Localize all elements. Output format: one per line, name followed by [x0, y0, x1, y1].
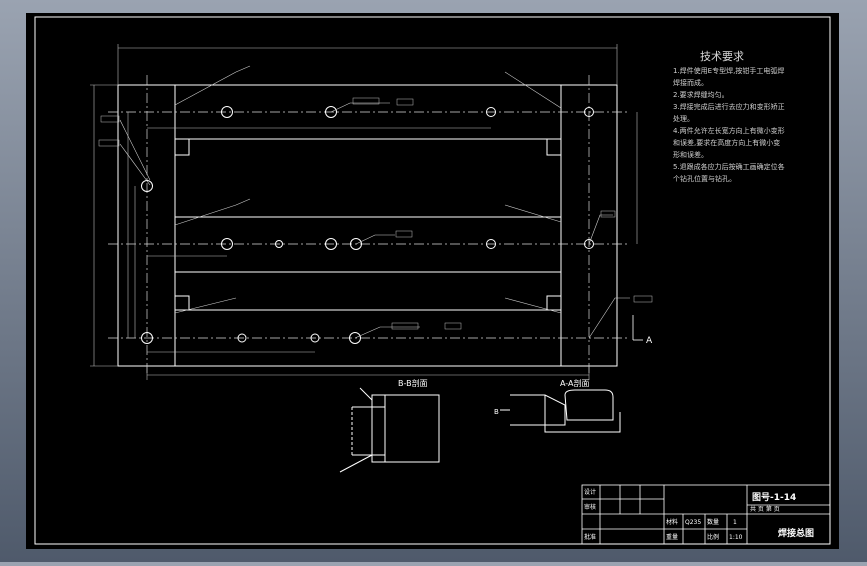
tech-line: 2.要求焊缝均匀。	[673, 90, 729, 99]
tb-scale-label: 比例	[707, 533, 719, 541]
tech-line: 个钻孔位置与钻孔。	[673, 174, 736, 183]
tech-line: 4.两件允许左长宽方向上有微小变形	[673, 126, 785, 135]
tb-drawing-number: 图号-1-14	[752, 492, 796, 503]
tech-title: 技术要求	[700, 50, 744, 63]
tb-check: 审核	[584, 503, 596, 511]
tech-line: 焊接而成。	[673, 78, 708, 87]
tech-line: 形和误差。	[673, 150, 708, 159]
section-bb-title: B-B剖面	[398, 378, 428, 388]
cad-viewport[interactable]: A 技术要求 1.焊件使用E专型焊,按钳手工电弧焊 焊接而成。 2.要求焊缝均匀…	[0, 0, 867, 562]
tb-sheet-count: 共 页 第 页	[750, 505, 780, 513]
drawing-canvas: A 技术要求 1.焊件使用E专型焊,按钳手工电弧焊 焊接而成。 2.要求焊缝均匀…	[26, 13, 839, 549]
tb-scale-value: 1:10	[729, 534, 743, 541]
section-aa-title: A-A剖面	[560, 378, 589, 388]
tb-design: 设计	[584, 488, 596, 496]
tb-material-label: 材料	[666, 518, 678, 526]
tech-line: 和误差,要求在高度方向上有微小变	[673, 138, 780, 147]
section-marker-a-label: A	[646, 336, 653, 346]
tb-weight-label: 重量	[666, 533, 678, 541]
tech-line: 处理。	[673, 114, 694, 123]
tb-approve: 批准	[584, 533, 596, 541]
tech-line: 5.退跟成各应力后按确工画确定位各	[673, 162, 785, 171]
tech-line: 3.焊接完成后进行去应力和变形矫正	[673, 102, 785, 111]
section-marker-b-label: B	[494, 408, 499, 416]
tb-qty-label: 数量	[707, 518, 719, 526]
tb-qty-value: 1	[733, 519, 737, 526]
tb-material-value: Q235	[685, 519, 701, 526]
tb-drawing-name: 焊接总图	[778, 527, 814, 539]
tech-line: 1.焊件使用E专型焊,按钳手工电弧焊	[673, 66, 784, 75]
